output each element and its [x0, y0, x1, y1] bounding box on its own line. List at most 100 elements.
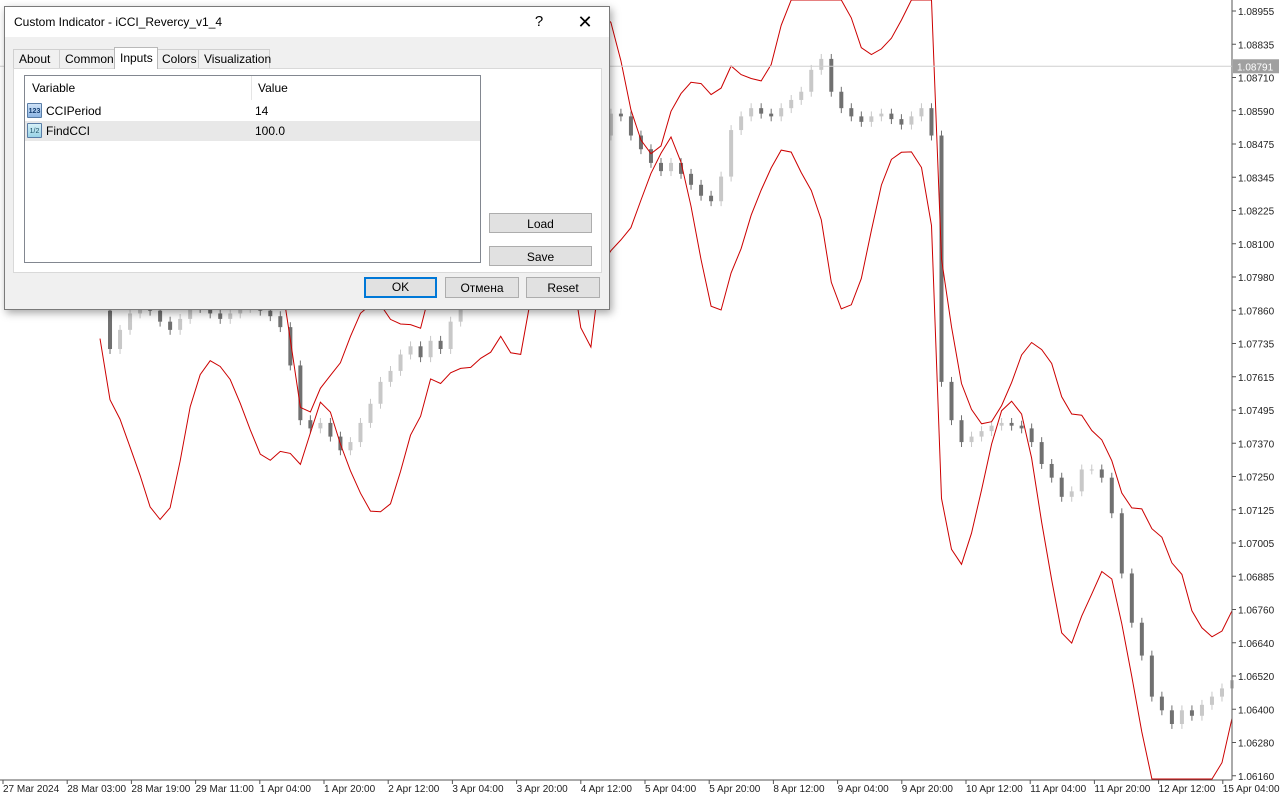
time-axis: 27 Mar 2024 28 Mar 03:00 28 Mar 19:00 29 Ma…	[0, 779, 1280, 795]
time-tick-label: 5 Apr 20:00	[709, 784, 761, 795]
candle	[168, 316, 173, 335]
candle	[909, 111, 914, 130]
candle	[729, 125, 734, 182]
candle	[1179, 705, 1184, 729]
tab-about[interactable]: About	[13, 49, 61, 68]
tab-inputs[interactable]: Inputs	[114, 47, 158, 69]
price-tick-label: 1.08710	[1238, 74, 1275, 85]
column-divider[interactable]	[251, 76, 252, 100]
candle	[669, 157, 674, 177]
candle	[1079, 464, 1084, 497]
candle	[648, 144, 653, 168]
price-tick-label: 1.07250	[1238, 473, 1275, 484]
save-button[interactable]: Save	[489, 246, 592, 266]
time-tick-label: 27 Mar 2024	[3, 784, 60, 795]
price-tick-label: 1.07370	[1238, 439, 1275, 450]
time-tick-label: 1 Apr 04:00	[260, 784, 312, 795]
candle	[1029, 423, 1034, 448]
tab-colors[interactable]: Colors	[156, 49, 200, 68]
price-tick-label: 1.06400	[1238, 705, 1275, 716]
price-tick-label: 1.07495	[1238, 406, 1275, 417]
candle	[1209, 691, 1214, 710]
price-tick-label: 1.06520	[1238, 672, 1275, 683]
candle	[308, 415, 313, 434]
variable-name: FindCCI	[46, 124, 91, 138]
variable-value[interactable]: 100.0	[255, 121, 285, 141]
candle	[709, 190, 714, 207]
help-button[interactable]: ?	[517, 7, 561, 37]
time-tick-label: 9 Apr 04:00	[838, 784, 890, 795]
candle	[1069, 486, 1074, 502]
variable-name: CCIPeriod	[46, 104, 102, 118]
candle	[769, 108, 774, 122]
candle	[1039, 437, 1044, 469]
price-tick-label: 1.06280	[1238, 739, 1275, 750]
candle	[1019, 420, 1024, 434]
candle	[979, 426, 984, 442]
price-tick-label: 1.07125	[1238, 506, 1275, 517]
close-button[interactable]: ✕	[563, 7, 607, 37]
price-tick-label: 1.06640	[1238, 639, 1275, 650]
candle	[378, 376, 383, 409]
candle	[318, 417, 323, 434]
candle	[1129, 568, 1134, 628]
price-tick-label: 1.07980	[1238, 273, 1275, 284]
candle	[689, 168, 694, 190]
column-header-variable[interactable]: Variable	[32, 76, 75, 100]
candle	[128, 308, 133, 335]
candle	[438, 335, 443, 354]
reset-button[interactable]: Reset	[526, 277, 600, 298]
candle	[969, 431, 974, 448]
parameters-table[interactable]: Variable Value 123 CCIPeriod 14 1/2 Find…	[24, 75, 481, 263]
candle	[1139, 617, 1144, 661]
candle	[929, 103, 934, 141]
column-header-value[interactable]: Value	[258, 76, 288, 100]
price-tick-label: 1.07615	[1238, 373, 1275, 384]
time-tick-label: 3 Apr 04:00	[452, 784, 504, 795]
candle	[368, 398, 373, 428]
time-tick-label: 3 Apr 20:00	[517, 784, 569, 795]
candle	[949, 376, 954, 426]
time-tick-label: 5 Apr 04:00	[645, 784, 697, 795]
candle	[348, 437, 353, 456]
price-tick-label: 1.08345	[1238, 173, 1275, 184]
double-type-icon: 1/2	[27, 123, 42, 138]
price-tick-label: 1.08835	[1238, 40, 1275, 51]
candle	[1199, 699, 1204, 721]
candle	[408, 341, 413, 360]
current-price-label: 1.08791	[1237, 62, 1274, 73]
time-tick-label: 11 Apr 04:00	[1030, 784, 1086, 795]
candle	[658, 157, 663, 177]
time-tick-label: 12 Apr 12:00	[1159, 784, 1216, 795]
candle	[819, 53, 824, 75]
dialog-titlebar[interactable]: Custom Indicator - iCCI_Revercy_v1_4 ? ✕	[5, 7, 609, 37]
candle	[999, 417, 1004, 431]
candle	[118, 324, 123, 354]
price-tick-label: 1.08590	[1238, 107, 1275, 118]
candle	[108, 305, 113, 354]
candle	[889, 108, 894, 125]
price-axis: 1.08955 1.08835 1.08710 1.08590 1.08475 1.083…	[1231, 0, 1275, 783]
price-tick-label: 1.06885	[1238, 572, 1275, 583]
candle	[178, 313, 183, 335]
price-tick-label: 1.06760	[1238, 606, 1275, 617]
tab-visualization[interactable]: Visualization	[198, 49, 271, 68]
candle	[739, 111, 744, 135]
candle	[1009, 417, 1014, 431]
time-tick-label: 8 Apr 12:00	[773, 784, 825, 795]
candle	[879, 108, 884, 122]
table-row-ccperiod[interactable]: 123 CCIPeriod 14	[25, 101, 480, 121]
tab-common[interactable]: Common	[59, 49, 116, 68]
variable-value[interactable]: 14	[255, 101, 268, 121]
ok-button[interactable]: OK	[364, 277, 437, 298]
price-tick-label: 1.07005	[1238, 539, 1275, 550]
inputs-panel: Variable Value 123 CCIPeriod 14 1/2 Find…	[13, 68, 602, 273]
dialog-title: Custom Indicator - iCCI_Revercy_v1_4	[14, 15, 223, 29]
time-tick-label: 15 Apr 04:00	[1223, 784, 1280, 795]
load-button[interactable]: Load	[489, 213, 592, 233]
candle	[799, 86, 804, 105]
cancel-button[interactable]: Отмена	[445, 277, 519, 298]
table-row-findcci[interactable]: 1/2 FindCCI 100.0	[25, 121, 480, 141]
candle	[959, 415, 964, 448]
candle	[218, 308, 223, 324]
